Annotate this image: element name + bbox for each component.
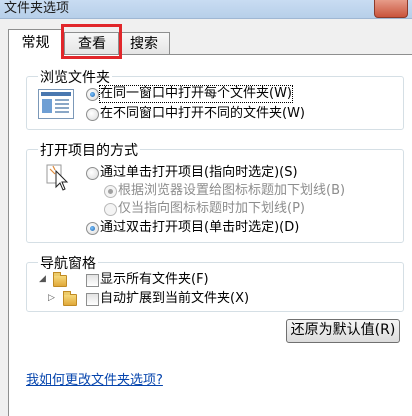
- checkbox-auto-expand[interactable]: [86, 293, 99, 306]
- tab-general[interactable]: 常规: [8, 29, 63, 57]
- tree-expand-icon: ◢: [39, 274, 46, 284]
- tab-view-label: 查看: [78, 36, 106, 52]
- group-click-items-title: 打开项目的方式: [38, 140, 140, 160]
- label-new-window[interactable]: 在不同窗口中打开不同的文件夹(W): [100, 106, 305, 122]
- checkbox-show-all-folders[interactable]: [86, 274, 99, 287]
- radio-single-click[interactable]: [86, 167, 99, 180]
- label-show-all-folders[interactable]: 显示所有文件夹(F): [100, 272, 209, 288]
- label-underline-point: 仅当指向图标标题时加下划线(P): [118, 201, 305, 216]
- title-bar: 文件夹选项: [0, 0, 412, 19]
- tab-search[interactable]: 搜索: [118, 32, 170, 56]
- cursor-click-icon: [46, 164, 69, 191]
- radio-underline-point: [104, 203, 117, 216]
- label-single-click[interactable]: 通过单击打开项目(指向时选定)(S): [100, 165, 298, 181]
- close-button[interactable]: [374, 0, 408, 18]
- group-navigation-pane-title: 导航窗格: [38, 253, 98, 273]
- help-link[interactable]: 我如何更改文件夹选项?: [26, 369, 163, 388]
- window-layout-icon: [38, 89, 74, 119]
- folder-icon-sub: [63, 291, 77, 306]
- tab-search-label: 搜索: [130, 36, 158, 52]
- radio-new-window[interactable]: [86, 108, 99, 121]
- tree-collapse-icon: ▷: [48, 293, 55, 303]
- radio-underline-browser: [104, 185, 117, 198]
- radio-double-click[interactable]: [86, 222, 99, 235]
- label-double-click[interactable]: 通过双击打开项目(单击时选定)(D): [100, 220, 299, 236]
- window-title: 文件夹选项: [4, 1, 70, 16]
- label-underline-browser: 根据浏览器设置给图标标题加下划线(B): [118, 183, 346, 198]
- label-auto-expand[interactable]: 自动扩展到当前文件夹(X): [100, 291, 249, 307]
- radio-same-window[interactable]: [86, 88, 99, 101]
- folder-icon: [53, 272, 67, 287]
- group-browse-folders-title: 浏览文件夹: [38, 67, 112, 87]
- restore-defaults-button[interactable]: 还原为默认值(R): [286, 319, 400, 343]
- tab-general-label: 常规: [21, 35, 50, 51]
- label-same-window[interactable]: 在同一窗口中打开每个文件夹(W): [99, 85, 293, 103]
- tab-view[interactable]: 查看: [64, 32, 120, 56]
